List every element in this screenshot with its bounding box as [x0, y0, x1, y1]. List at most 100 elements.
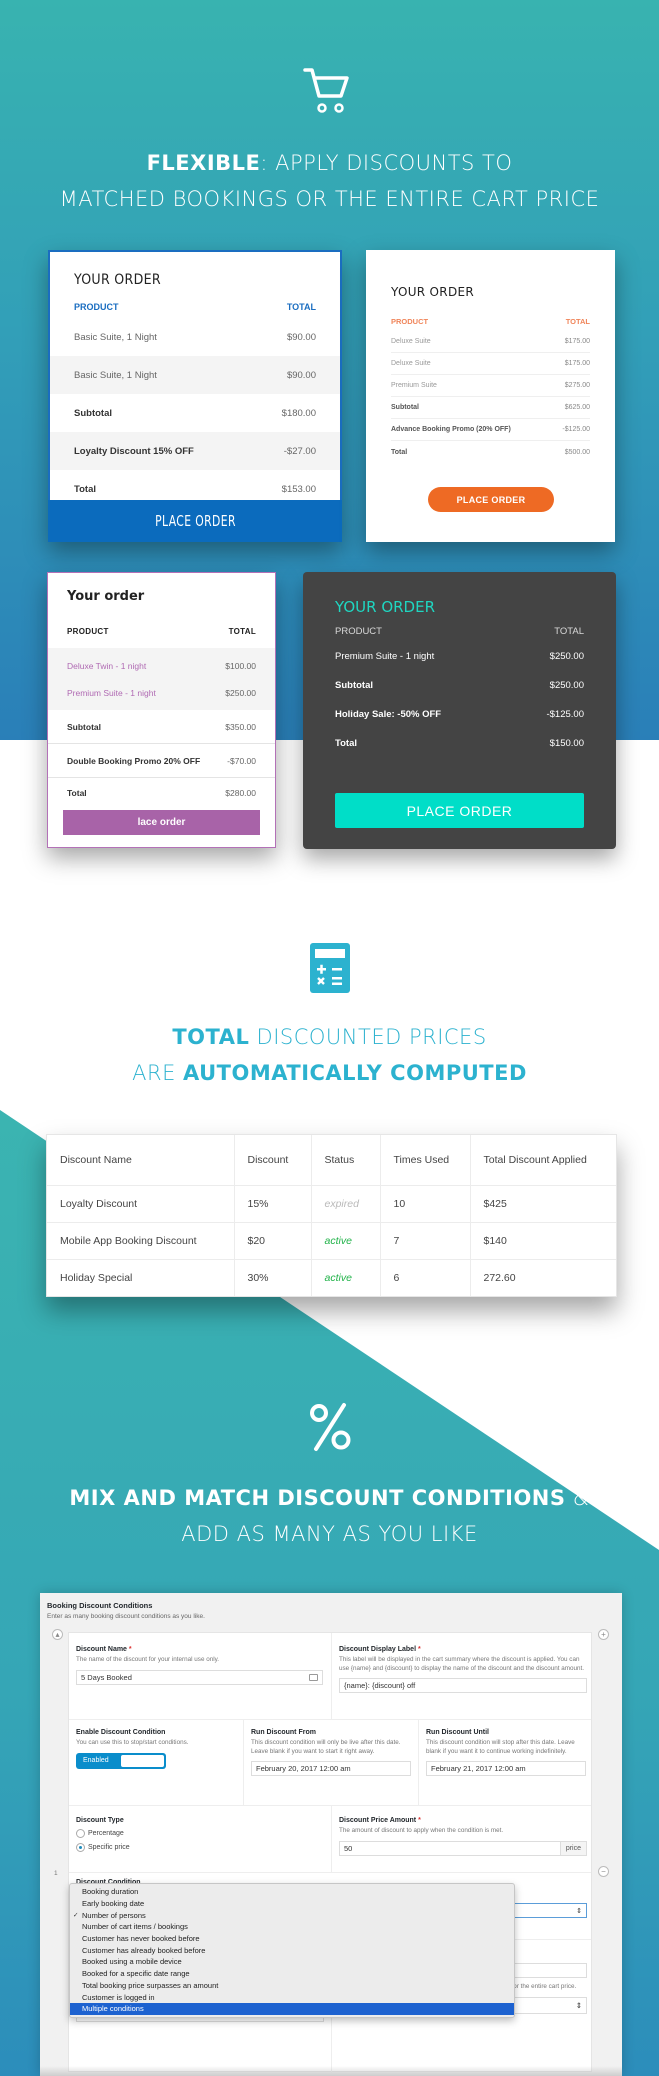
- dropdown-option[interactable]: Booked using a mobile device: [70, 1956, 514, 1968]
- radio-specific-price[interactable]: Specific price: [76, 1843, 316, 1852]
- price-amount-input[interactable]: 50: [339, 1840, 561, 1856]
- col-total: TOTAL: [286, 302, 316, 312]
- dropdown-option[interactable]: Early booking date: [70, 1898, 514, 1910]
- product-block: Deluxe Twin - 1 night $100.00 Premium Sui…: [48, 648, 275, 710]
- place-order-button[interactable]: PLACE ORDER: [48, 500, 342, 542]
- row-label: Double Booking Promo 20% OFF: [67, 755, 201, 766]
- table-row: Mobile App Booking Discount $20 active 7…: [47, 1222, 616, 1260]
- table-header-row: Discount Name Discount Status Times Used…: [47, 1135, 616, 1186]
- dropdown-option-checked[interactable]: Number of persons: [70, 1909, 514, 1921]
- row-label: Subtotal: [74, 407, 112, 419]
- input-value: {name}: {discount} off: [344, 1681, 416, 1690]
- order-row: Premium Suite $275.00: [391, 375, 590, 397]
- discount-table: Discount Name Discount Status Times Used…: [46, 1134, 617, 1297]
- field-description: The amount of discount to apply when the…: [339, 1827, 504, 1834]
- card-header-row: PRODUCT TOTAL: [303, 620, 616, 642]
- button-label: PLACE ORDER: [154, 512, 236, 530]
- cell-total: 272.60: [483, 1271, 516, 1284]
- card-title: YOUR ORDER: [74, 272, 161, 288]
- discount-price-amount-field: Discount Price Amount * The amount of di…: [339, 1817, 587, 1856]
- field-label: Enable Discount Condition: [76, 1729, 166, 1736]
- subtotal-row: Subtotal $180.00: [50, 394, 340, 432]
- row-amount: -$125.00: [562, 426, 590, 433]
- cell-discount: 30%: [234, 1259, 312, 1296]
- row-amount: $280.00: [225, 788, 256, 798]
- total-row: Total $150.00: [303, 729, 616, 758]
- headline-bold: AUTOMATICALLY COMPUTED: [183, 1061, 527, 1085]
- row-amount: $175.00: [564, 338, 590, 345]
- card-title: YOUR ORDER: [335, 598, 435, 616]
- row-amount: $153.00: [281, 483, 316, 495]
- subtotal-row: Subtotal $250.00: [303, 671, 616, 700]
- run-discount-from-field: Run Discount From This discount conditio…: [251, 1729, 411, 1776]
- table-row: Holiday Special 30% active 6 272.60: [47, 1259, 616, 1296]
- order-card-orange: YOUR ORDER PRODUCT TOTAL Deluxe Suite $17…: [366, 250, 615, 542]
- dropdown-option[interactable]: Customer has already booked before: [70, 1944, 514, 1956]
- radio-circle: [76, 1829, 85, 1838]
- enabled-toggle[interactable]: Enabled: [76, 1752, 166, 1769]
- total-row: Total $500.00: [391, 441, 590, 463]
- col-product: PRODUCT: [391, 316, 429, 326]
- discount-display-label-field: Discount Display Label * This label will…: [339, 1646, 587, 1693]
- cell-discount: $20: [234, 1222, 312, 1260]
- product-link[interactable]: Deluxe Twin - 1 night: [67, 661, 146, 671]
- add-condition-icon[interactable]: +: [598, 1629, 609, 1640]
- section1-headline: FLEXIBLE: APPLY DISCOUNTS TO MATCHED BOO…: [0, 145, 659, 217]
- run-from-date-input[interactable]: February 20, 2017 12:00 am: [251, 1761, 411, 1776]
- card-title: YOUR ORDER: [391, 285, 474, 299]
- subtotal-row: Subtotal $625.00: [391, 397, 590, 419]
- field-description: You can use this to stop/start condition…: [76, 1739, 189, 1746]
- radio-percentage[interactable]: Percentage: [76, 1829, 316, 1838]
- field-description: The name of the discount for your intern…: [76, 1656, 220, 1663]
- dropdown-option[interactable]: Booked for a specific date range: [70, 1968, 514, 1980]
- place-order-button[interactable]: PLACE ORDER: [335, 793, 584, 828]
- price-amount-input-group: 50 price: [339, 1840, 587, 1856]
- remove-condition-icon[interactable]: −: [598, 1866, 609, 1877]
- discount-type-field: Discount Type Percentage Specific price: [76, 1817, 316, 1852]
- divider: [418, 1719, 419, 1805]
- row-label: Premium Suite: [391, 382, 437, 389]
- col-discount: Discount: [234, 1135, 312, 1186]
- dropdown-option[interactable]: Customer is logged in: [70, 1991, 514, 2003]
- collapse-up-icon[interactable]: ▴: [52, 1629, 63, 1640]
- order-row: Deluxe Twin - 1 night $100.00: [48, 652, 275, 679]
- panel-fade: [40, 2066, 622, 2076]
- enable-condition-field: Enable Discount Condition You can use th…: [76, 1729, 236, 1769]
- percent-icon-wrap: [0, 1402, 659, 1452]
- field-label: Run Discount Until: [426, 1729, 489, 1736]
- row-label: Basic Suite, 1 Night: [74, 369, 157, 381]
- dropdown-option[interactable]: Total booking price surpasses an amount: [70, 1980, 514, 1992]
- dropdown-option[interactable]: Customer has never booked before: [70, 1933, 514, 1945]
- dropdown-option-highlighted[interactable]: Multiple conditions: [70, 2002, 514, 2015]
- row-label: Total: [335, 738, 357, 749]
- table-row: Loyalty Discount 15% expired 10 $425: [47, 1185, 616, 1223]
- headline-bold: MIX AND MATCH DISCOUNT CONDITIONS: [69, 1486, 566, 1510]
- divider: [69, 1805, 591, 1806]
- input-suffix: price: [560, 1840, 587, 1856]
- row-number: 1: [54, 1870, 58, 1877]
- condition-dropdown-menu: Booking duration Early booking date Numb…: [69, 1883, 515, 2018]
- section3-headline: MIX AND MATCH DISCOUNT CONDITIONS & ADD …: [0, 1480, 659, 1552]
- calculator-icon-wrap: [0, 943, 659, 993]
- row-amount: $625.00: [564, 404, 590, 411]
- discount-row: Double Booking Promo 20% OFF -$70.00: [48, 744, 275, 778]
- row-amount: -$27.00: [283, 445, 316, 457]
- card-header-row: PRODUCT TOTAL: [48, 614, 275, 648]
- card-header-row: PRODUCT TOTAL: [50, 296, 340, 318]
- dropdown-option[interactable]: Number of cart items / bookings: [70, 1921, 514, 1933]
- display-label-input[interactable]: {name}: {discount} off: [339, 1678, 587, 1693]
- cell-name: Mobile App Booking Discount: [47, 1222, 235, 1260]
- discount-row: Loyalty Discount 15% OFF -$27.00: [50, 432, 340, 470]
- place-order-button[interactable]: lace order: [63, 810, 260, 835]
- dropdown-option[interactable]: Booking duration: [70, 1886, 514, 1898]
- place-order-button[interactable]: PLACE ORDER: [428, 487, 554, 512]
- row-amount: $250.00: [549, 651, 584, 662]
- col-total: TOTAL: [554, 625, 584, 637]
- row-amount: $175.00: [564, 360, 590, 367]
- product-link[interactable]: Premium Suite - 1 night: [67, 688, 156, 698]
- discount-name-input[interactable]: 5 Days Booked: [76, 1669, 323, 1685]
- run-until-date-input[interactable]: February 21, 2017 12:00 am: [426, 1761, 586, 1776]
- row-amount: $150.00: [549, 738, 584, 749]
- discount-row: Holiday Sale: -50% OFF -$125.00: [303, 700, 616, 729]
- row-amount: -$125.00: [546, 709, 584, 720]
